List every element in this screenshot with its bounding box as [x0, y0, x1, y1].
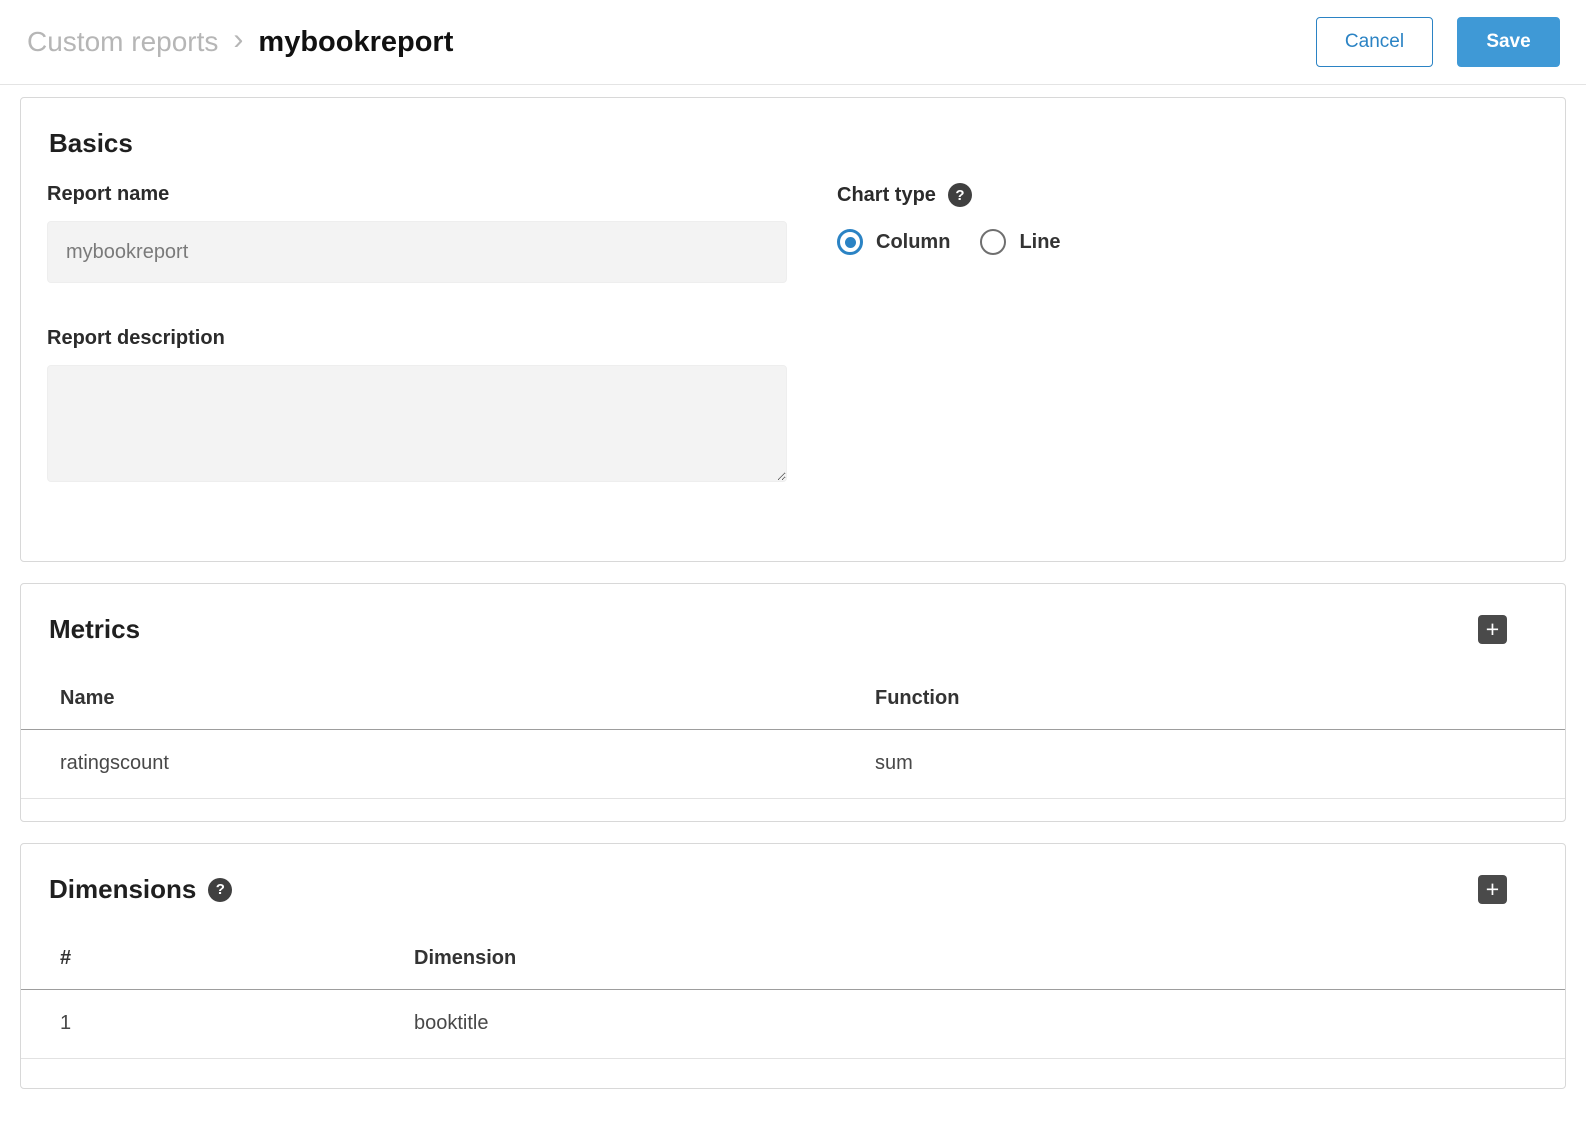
breadcrumb-parent-link[interactable]: Custom reports — [27, 26, 218, 58]
dimensions-table: # Dimension 1 booktitle — [21, 933, 1565, 1088]
metric-name-cell: ratingscount — [60, 752, 875, 775]
chart-type-radio-line-label[interactable]: Line — [1019, 231, 1060, 254]
metric-function-cell: sum — [875, 752, 1526, 775]
metrics-table: Name Function ratingscount sum — [21, 673, 1565, 821]
help-icon[interactable]: ? — [948, 183, 972, 207]
header-actions: Cancel Save — [1316, 17, 1560, 67]
report-name-label: Report name — [47, 183, 787, 206]
metrics-card: Metrics + Name Function ratingscount sum — [20, 583, 1566, 822]
cancel-button[interactable]: Cancel — [1316, 17, 1433, 67]
add-dimension-button[interactable]: + — [1478, 875, 1507, 904]
report-description-input[interactable] — [47, 365, 787, 482]
metrics-card-footer — [21, 799, 1565, 821]
add-metric-button[interactable]: + — [1478, 615, 1507, 644]
breadcrumb: Custom reports › mybookreport — [27, 25, 453, 59]
dimension-name-cell: booktitle — [414, 1012, 1526, 1035]
chart-type-radio-column-label[interactable]: Column — [876, 231, 950, 254]
chart-type-options: Column Line — [837, 229, 1061, 255]
metrics-table-header: Name Function — [21, 673, 1565, 730]
basics-body: Report name Report description Chart typ… — [21, 159, 1565, 561]
metrics-table-row[interactable]: ratingscount sum — [21, 730, 1565, 799]
metrics-card-head: Metrics + — [21, 584, 1565, 645]
report-editor: Basics Report name Report description Ch… — [0, 85, 1586, 1134]
dimensions-column-index: # — [60, 947, 414, 970]
save-button[interactable]: Save — [1457, 17, 1560, 67]
dimensions-title: Dimensions — [49, 874, 196, 905]
radio-selected-dot — [845, 237, 856, 248]
chart-type-radio-column[interactable] — [837, 229, 863, 255]
basics-title: Basics — [49, 128, 133, 159]
chart-type-label: Chart type — [837, 184, 936, 207]
dimensions-table-row[interactable]: 1 booktitle — [21, 990, 1565, 1059]
dimension-index-cell: 1 — [60, 1012, 414, 1035]
chevron-right-icon: › — [233, 25, 243, 59]
report-name-input[interactable] — [47, 221, 787, 283]
dimensions-card-head: Dimensions ? + — [21, 844, 1565, 905]
dimensions-table-header: # Dimension — [21, 933, 1565, 990]
metrics-column-function: Function — [875, 687, 1526, 710]
dimensions-help-icon[interactable]: ? — [208, 878, 232, 902]
header: Custom reports › mybookreport Cancel Sav… — [0, 0, 1586, 85]
metrics-title: Metrics — [49, 614, 140, 645]
basics-card-head: Basics — [21, 98, 1565, 159]
dimensions-column-dimension: Dimension — [414, 947, 1526, 970]
report-description-label: Report description — [47, 327, 787, 350]
dimensions-card: Dimensions ? + # Dimension 1 booktitle — [20, 843, 1566, 1089]
breadcrumb-current: mybookreport — [258, 26, 453, 59]
dimensions-card-footer — [21, 1059, 1565, 1088]
chart-type-radio-line[interactable] — [980, 229, 1006, 255]
basics-card: Basics Report name Report description Ch… — [20, 97, 1566, 562]
metrics-column-name: Name — [60, 687, 875, 710]
